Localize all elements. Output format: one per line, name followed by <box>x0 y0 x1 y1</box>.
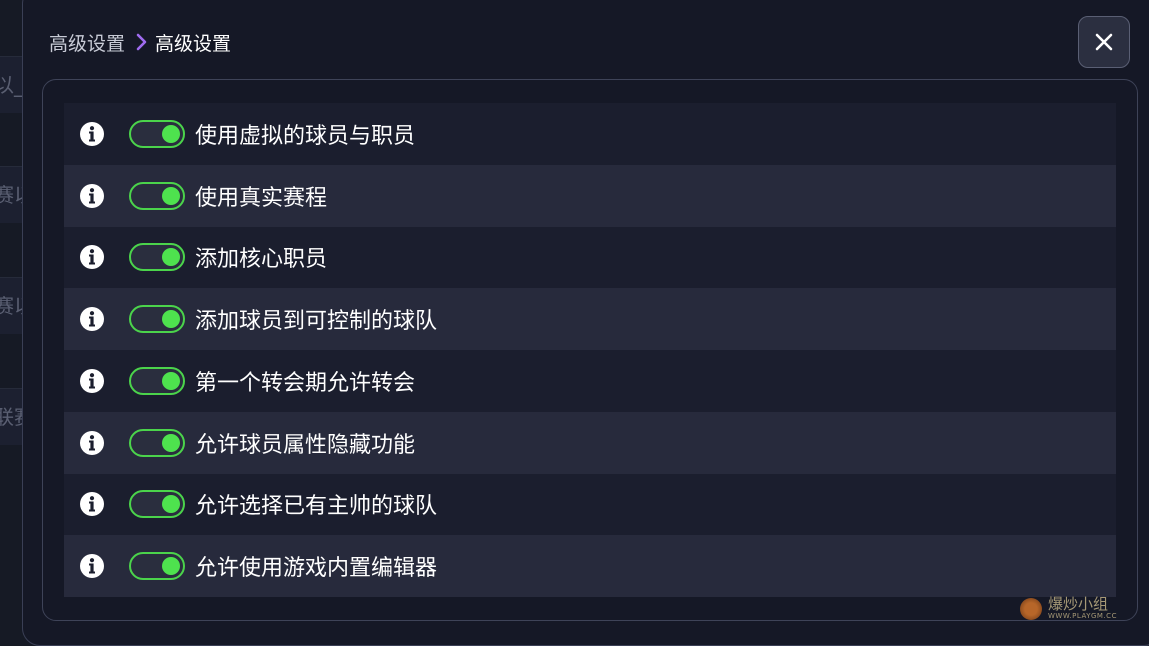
breadcrumb-parent[interactable]: 高级设置 <box>49 29 125 56</box>
setting-label: 使用真实赛程 <box>195 185 328 211</box>
info-icon[interactable] <box>79 553 105 579</box>
setting-row-5: 第一个转会期允许转会 <box>64 350 1116 412</box>
toggle-knob <box>162 557 180 576</box>
info-icon[interactable] <box>79 183 105 209</box>
setting-label: 允许选择已有主帅的球队 <box>195 494 438 520</box>
setting-label: 使用虚拟的球员与职员 <box>195 123 416 149</box>
setting-label: 添加球员到可控制的球队 <box>195 309 438 335</box>
toggle-knob <box>162 248 180 267</box>
setting-row-3: 添加核心职员 <box>64 226 1116 289</box>
watermark-logo-icon <box>1020 598 1042 620</box>
toggle-knob <box>162 186 180 205</box>
setting-row-6: 允许球员属性隐藏功能 <box>64 411 1116 474</box>
setting-toggle-7[interactable] <box>129 490 185 519</box>
setting-row-4: 添加球员到可控制的球队 <box>64 288 1116 350</box>
setting-row-2: 使用真实赛程 <box>64 164 1116 227</box>
info-icon[interactable] <box>79 121 105 147</box>
setting-toggle-4[interactable] <box>129 305 185 334</box>
close-button[interactable] <box>1078 16 1130 68</box>
info-icon[interactable] <box>79 306 105 332</box>
toggle-knob <box>162 310 180 329</box>
close-icon <box>1095 33 1113 51</box>
setting-label: 第一个转会期允许转会 <box>195 370 416 396</box>
setting-toggle-6[interactable] <box>129 428 185 457</box>
setting-toggle-2[interactable] <box>129 181 185 210</box>
settings-list: 使用虚拟的球员与职员 使用真实赛程 添加核心职员 添加球员到可控制的球队 第一个… <box>64 103 1116 597</box>
setting-toggle-3[interactable] <box>129 243 185 272</box>
info-icon[interactable] <box>79 244 105 270</box>
toggle-knob <box>162 124 180 143</box>
info-icon[interactable] <box>79 430 105 456</box>
setting-toggle-1[interactable] <box>129 119 185 148</box>
setting-label: 允许使用游戏内置编辑器 <box>195 556 438 582</box>
setting-label: 添加核心职员 <box>195 247 328 273</box>
setting-row-8: 允许使用游戏内置编辑器 <box>64 535 1116 597</box>
setting-row-1: 使用虚拟的球员与职员 <box>64 103 1116 165</box>
setting-label: 允许球员属性隐藏功能 <box>195 432 416 458</box>
breadcrumb-current: 高级设置 <box>155 32 232 55</box>
watermark: 爆炒小组 WWW.PLAYGM.CC <box>1020 592 1140 626</box>
breadcrumb: 高级设置 高级设置 <box>49 28 231 56</box>
toggle-knob <box>162 495 180 514</box>
toggle-knob <box>162 433 180 452</box>
info-icon[interactable] <box>79 491 105 517</box>
watermark-subtitle: WWW.PLAYGM.CC <box>1048 612 1117 621</box>
info-icon[interactable] <box>79 368 105 394</box>
watermark-title: 爆炒小组 <box>1048 595 1109 614</box>
setting-row-7: 允许选择已有主帅的球队 <box>64 473 1116 536</box>
setting-toggle-8[interactable] <box>129 552 185 581</box>
toggle-knob <box>162 371 180 390</box>
setting-toggle-5[interactable] <box>129 366 185 395</box>
chevron-right-icon <box>136 33 147 51</box>
